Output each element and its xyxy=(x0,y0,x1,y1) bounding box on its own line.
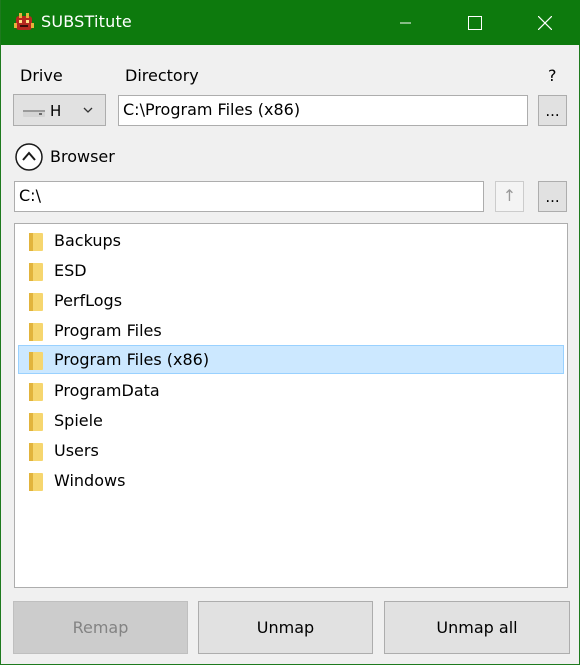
folder-icon xyxy=(29,323,43,341)
drive-icon xyxy=(23,110,45,117)
folder-icon xyxy=(29,263,43,281)
close-icon xyxy=(538,15,552,30)
close-button[interactable] xyxy=(510,0,580,45)
folder-icon xyxy=(29,383,43,401)
folder-name: ESD xyxy=(54,261,87,280)
list-item[interactable]: Program Files xyxy=(18,316,564,345)
folder-list[interactable]: Backups ESD PerfLogs Program Files Progr… xyxy=(14,223,568,588)
maximize-button[interactable] xyxy=(440,0,510,45)
list-item[interactable]: Spiele xyxy=(18,406,564,435)
folder-name: Program Files xyxy=(54,321,162,340)
folder-name: Spiele xyxy=(54,411,103,430)
list-item[interactable]: ProgramData xyxy=(18,376,564,405)
unmap-all-button[interactable]: Unmap all xyxy=(384,601,570,654)
drive-letter: H xyxy=(50,102,62,120)
directory-label: Directory xyxy=(125,66,199,85)
list-item[interactable]: Backups xyxy=(18,226,564,255)
browser-browse-button[interactable]: ... xyxy=(538,181,567,212)
arrow-up-icon: ↑ xyxy=(502,186,517,205)
unmap-button[interactable]: Unmap xyxy=(198,601,373,654)
maximize-icon xyxy=(468,15,482,30)
minimize-icon xyxy=(400,22,411,23)
browser-toggle-button[interactable] xyxy=(14,142,44,172)
folder-icon xyxy=(29,293,43,311)
window-title: SUBSTitute xyxy=(41,12,132,31)
drive-label: Drive xyxy=(20,66,63,85)
list-item[interactable]: Users xyxy=(18,436,564,465)
browser-label: Browser xyxy=(50,147,115,166)
remap-button[interactable]: Remap xyxy=(13,601,188,654)
folder-icon xyxy=(29,413,43,431)
list-item[interactable]: Windows xyxy=(18,466,564,495)
folder-name: Users xyxy=(54,441,99,460)
app-icon xyxy=(14,13,34,30)
chevron-down-icon xyxy=(83,107,93,113)
list-item[interactable]: ESD xyxy=(18,256,564,285)
chevron-up-circle-icon xyxy=(15,143,43,171)
directory-input[interactable]: C:\Program Files (x86) xyxy=(118,95,528,126)
folder-icon xyxy=(29,233,43,251)
app-window: SUBSTitute Drive Directory ? H C:\Progra… xyxy=(0,0,580,665)
folder-name: ProgramData xyxy=(54,381,160,400)
list-item-selected[interactable]: Program Files (x86) xyxy=(18,345,564,374)
folder-icon xyxy=(29,352,43,370)
drive-dropdown[interactable]: H xyxy=(13,94,106,126)
list-item[interactable]: PerfLogs xyxy=(18,286,564,315)
folder-name: PerfLogs xyxy=(54,291,123,310)
folder-name: Windows xyxy=(54,471,126,490)
folder-name: Backups xyxy=(54,231,121,250)
help-link[interactable]: ? xyxy=(548,66,557,85)
directory-browse-button[interactable]: ... xyxy=(538,95,567,126)
minimize-button[interactable] xyxy=(371,0,441,45)
folder-icon xyxy=(29,443,43,461)
browser-path-input[interactable]: C:\ xyxy=(14,181,484,212)
folder-name: Program Files (x86) xyxy=(54,350,210,369)
title-bar[interactable]: SUBSTitute xyxy=(1,0,580,45)
folder-icon xyxy=(29,473,43,491)
up-arrow-button[interactable]: ↑ xyxy=(495,181,524,212)
